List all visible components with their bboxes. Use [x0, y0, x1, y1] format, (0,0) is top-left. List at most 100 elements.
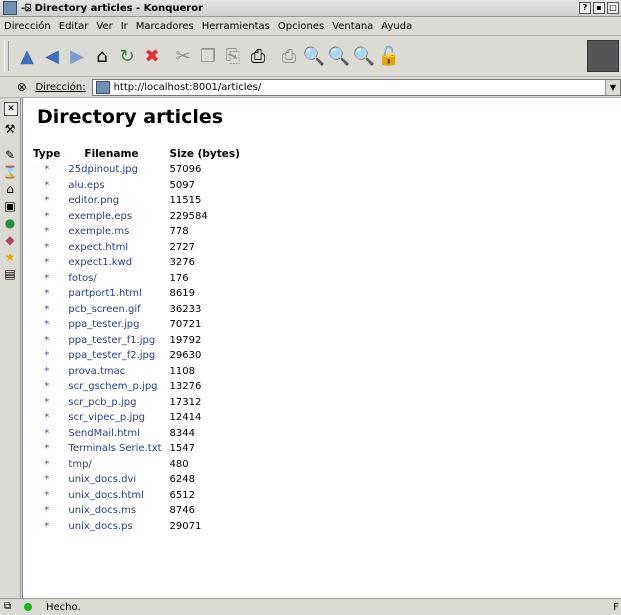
window-title: -⍄ Directory articles - Konqueror [21, 2, 204, 14]
back-arrow-icon[interactable]: ◀ [40, 43, 64, 69]
file-size: 8746 [169, 505, 195, 517]
zoom-in-icon[interactable]: 🔍 [327, 43, 351, 69]
menu-direccion[interactable]: Dirección [0, 21, 55, 32]
media-icon[interactable]: ◆ [3, 233, 17, 247]
location-field[interactable]: ▼ [91, 78, 621, 96]
view-link-icon[interactable]: ⧉ [4, 601, 16, 613]
menu-opciones[interactable]: Opciones [274, 21, 328, 32]
copy-icon[interactable]: ❐ [196, 43, 220, 69]
menu-ver[interactable]: Ver [92, 21, 116, 32]
cut-icon[interactable]: ✂ [171, 43, 195, 69]
file-size: 17312 [169, 396, 202, 408]
print-frame-icon[interactable]: ⎙ [277, 43, 301, 69]
filename-link[interactable]: ppa_tester.jpg [64, 317, 165, 333]
home-icon[interactable]: ⌂ [90, 43, 114, 69]
paste-icon[interactable]: ⎘ [221, 43, 245, 69]
reload-icon[interactable]: ↻ [115, 43, 139, 69]
tools-icon[interactable]: ⚒ [3, 122, 17, 136]
forward-arrow-icon[interactable]: ▶ [65, 43, 89, 69]
table-row: * scr_gschem_p.jpg 13276 [29, 379, 244, 395]
url-input[interactable] [113, 81, 614, 93]
services-icon[interactable]: ▣ [3, 199, 17, 213]
table-row: * ppa_tester.jpg 70721 [29, 317, 244, 333]
filename-link[interactable]: unix_docs.ms [64, 503, 165, 519]
table-row: * prova.tmac 1108 [29, 364, 244, 380]
table-row: * editor.png 11515 [29, 193, 244, 209]
filename-link[interactable]: unix_docs.ps [64, 519, 165, 535]
clear-location-icon[interactable]: ⊗ [14, 80, 29, 94]
type-bullet: * [44, 396, 50, 408]
chevron-down-icon[interactable]: ▼ [605, 79, 620, 95]
type-bullet: * [44, 489, 50, 501]
table-row: * scr_vipec_p.jpg 12414 [29, 410, 244, 426]
filename-link[interactable]: scr_vipec_p.jpg [64, 410, 165, 426]
file-size: 5097 [169, 179, 195, 191]
table-row: * unix_docs.ms 8746 [29, 503, 244, 519]
file-size: 13276 [169, 381, 202, 393]
menu-herramientas[interactable]: Herramientas [198, 21, 274, 32]
filename-link[interactable]: pcb_screen.gif [64, 302, 165, 318]
bookmarks-edit-icon[interactable]: ✎ [3, 148, 17, 162]
filename-link[interactable]: partport1.html [64, 286, 165, 302]
filename-link[interactable]: unix_docs.html [64, 488, 165, 504]
filename-link[interactable]: ppa_tester_f2.jpg [64, 348, 165, 364]
zoom-out-icon[interactable]: 🔍 [352, 43, 376, 69]
toolbar-grip[interactable] [4, 41, 9, 71]
filename-link[interactable]: exemple.ms [64, 224, 165, 240]
history-icon[interactable]: ⌛ [3, 165, 18, 179]
filename-link[interactable]: prova.tmac [64, 364, 165, 380]
up-arrow-icon[interactable]: ▲ [15, 43, 39, 69]
filename-link[interactable]: editor.png [64, 193, 165, 209]
network-icon[interactable]: ● [3, 216, 17, 230]
type-bullet: * [44, 458, 50, 470]
filename-link[interactable]: SendMail.html [64, 426, 165, 442]
help-button[interactable]: ? [579, 2, 591, 14]
menu-ayuda[interactable]: Ayuda [377, 21, 416, 32]
root-folder-icon[interactable]: ▤ [3, 267, 17, 281]
menu-marcadores[interactable]: Marcadores [132, 21, 198, 32]
file-size: 3276 [169, 257, 195, 269]
status-led-icon [24, 603, 32, 611]
home-folder-icon[interactable]: ⌂ [3, 182, 17, 196]
type-bullet: * [44, 288, 50, 300]
close-panel-icon[interactable]: ✕ [4, 102, 18, 116]
filename-link[interactable]: ppa_tester_f1.jpg [64, 333, 165, 349]
zoom-fit-icon[interactable]: 🔍 [302, 43, 326, 69]
menu-ir[interactable]: Ir [117, 21, 132, 32]
filename-link[interactable]: Terminals Serie.txt [64, 441, 165, 457]
location-label: Dirección: [35, 81, 86, 93]
filename-link[interactable]: scr_gschem_p.jpg [64, 379, 165, 395]
table-row: * pcb_screen.gif 36233 [29, 302, 244, 318]
type-bullet: * [44, 303, 50, 315]
page-view: Directory articles Type Filename Size (b… [22, 98, 621, 598]
menu-editar[interactable]: Editar [55, 21, 93, 32]
table-row: * expect.html 2727 [29, 240, 244, 256]
directory-table: Type Filename Size (bytes) * 25dpinout.jp… [29, 148, 244, 534]
filename-link[interactable]: tmp/ [64, 457, 165, 473]
filename-link[interactable]: fotos/ [64, 271, 165, 287]
filename-link[interactable]: expect.html [64, 240, 165, 256]
print-icon[interactable]: ⎙ [246, 43, 270, 69]
bookmarks-star-icon[interactable]: ★ [3, 250, 17, 264]
security-lock-icon[interactable]: 🔓 [377, 43, 401, 69]
file-size: 1547 [169, 443, 195, 455]
table-row: * unix_docs.html 6512 [29, 488, 244, 504]
filename-link[interactable]: expect1.kwd [64, 255, 165, 271]
table-row: * tmp/480 [29, 457, 244, 473]
maximize-button[interactable]: □ [607, 2, 619, 14]
stop-icon[interactable]: ✖ [140, 43, 164, 69]
minimize-button[interactable]: ▪ [593, 2, 605, 14]
type-bullet: * [44, 195, 50, 207]
filename-link[interactable]: scr_pcb_p.jpg [64, 395, 165, 411]
type-bullet: * [44, 505, 50, 517]
filename-link[interactable]: exemple.eps [64, 209, 165, 225]
menu-ventana[interactable]: Ventana [328, 21, 377, 32]
konqueror-window-icon[interactable] [3, 1, 17, 15]
filename-link[interactable]: 25dpinout.jpg [64, 162, 165, 178]
file-size: 19792 [169, 334, 202, 346]
filename-link[interactable]: alu.eps [64, 178, 165, 194]
page-heading: Directory articles [37, 106, 224, 128]
type-bullet: * [44, 179, 50, 191]
file-size: 229584 [169, 210, 208, 222]
filename-link[interactable]: unix_docs.dvi [64, 472, 165, 488]
